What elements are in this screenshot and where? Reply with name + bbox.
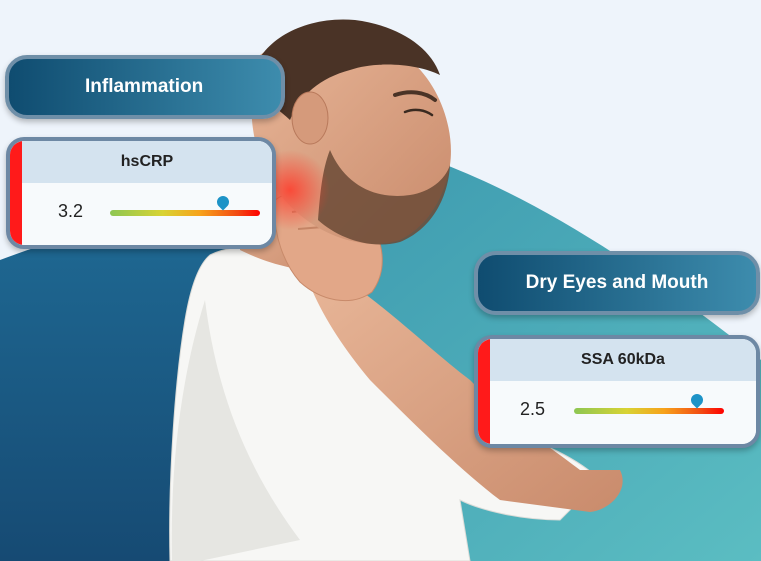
range-bar <box>110 210 260 216</box>
hscrp-marker-card[interactable]: hsCRP 3.2 <box>6 137 276 249</box>
inflammation-heading: Inflammation <box>5 55 285 119</box>
dry-eyes-heading: Dry Eyes and Mouth <box>474 251 760 315</box>
marker-name: SSA 60kDa <box>581 351 665 368</box>
range-bar <box>574 408 724 414</box>
ssa-marker-card[interactable]: SSA 60kDa 2.5 <box>474 335 760 448</box>
dry-eyes-heading-label: Dry Eyes and Mouth <box>525 272 709 293</box>
marker-value: 2.5 <box>520 399 546 419</box>
map-pin-icon <box>688 391 706 409</box>
marker-value: 3.2 <box>58 201 84 221</box>
ear <box>291 91 329 145</box>
marker-title: hsCRP <box>22 141 272 183</box>
marker-body: 2.5 <box>490 381 756 444</box>
inflammation-heading-label: Inflammation <box>85 76 204 97</box>
map-pin-icon <box>214 193 231 211</box>
alert-stripe <box>10 141 22 245</box>
marker-name: hsCRP <box>120 153 174 170</box>
marker-body: 3.2 <box>22 183 272 245</box>
marker-title: SSA 60kDa <box>490 339 756 381</box>
alert-stripe <box>478 339 490 444</box>
